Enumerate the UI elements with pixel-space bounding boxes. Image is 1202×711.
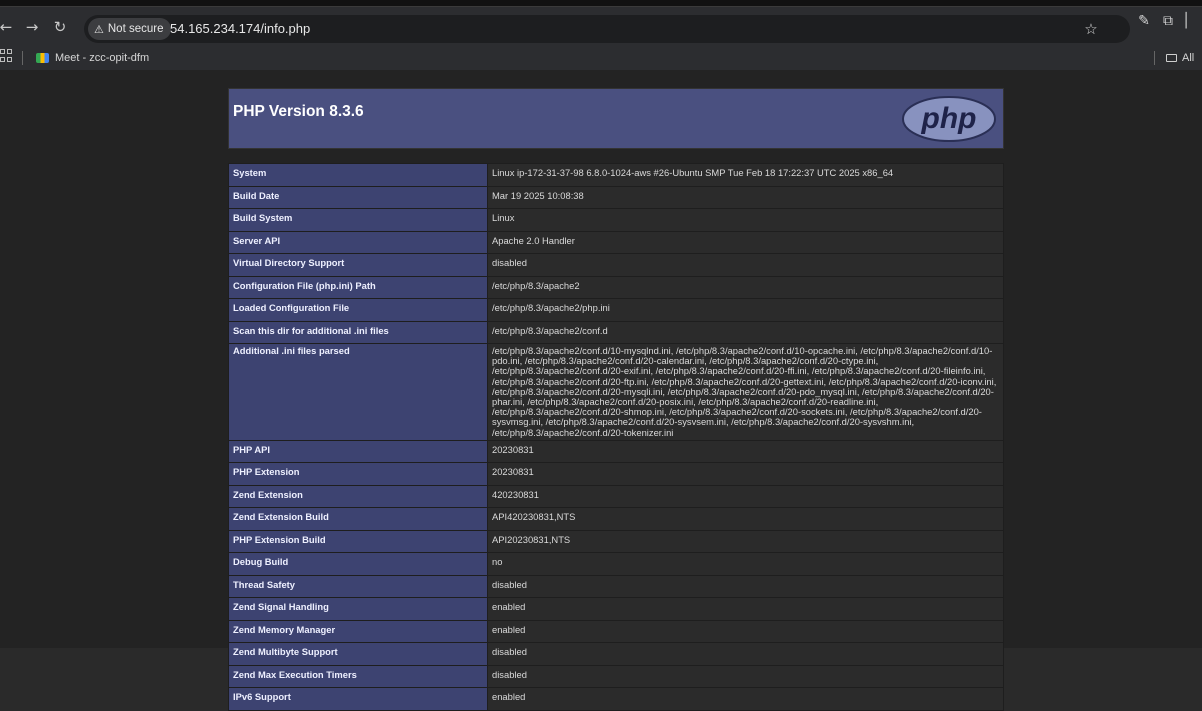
forward-arrow-icon[interactable]: → [22, 17, 42, 37]
row-value: disabled [487, 642, 1004, 666]
table-row: Build System Linux [228, 208, 1004, 232]
security-chip[interactable]: ⚠ Not secure [88, 18, 172, 40]
table-row: PHP Extension 20230831 [228, 462, 1004, 486]
row-value: disabled [487, 664, 1004, 689]
row-value: enabled [487, 687, 1004, 711]
table-row: Zend Extension Build API420230831,NTS [228, 507, 1004, 531]
table-row: Configuration File (php.ini) Path/etc/ph… [228, 275, 1004, 299]
back-arrow-icon[interactable]: ← [0, 17, 16, 37]
reload-icon[interactable]: ↻ [50, 17, 70, 37]
row-key: Virtual Directory Support [228, 253, 488, 277]
row-key: Zend Signal Handling [228, 597, 488, 621]
apps-grid-icon[interactable] [0, 49, 12, 63]
all-bookmarks-label: All [1182, 52, 1195, 64]
table-row: System Linux ip-172-31-37-98 6.8.0-1024-a… [228, 163, 1004, 187]
bookmarks-divider-right [1154, 51, 1155, 65]
address-bar[interactable]: ⚠ Not secure 54.165.234.174/info.php ☆ [84, 15, 1130, 43]
row-value: Linux ip-172-31-37-98 6.8.0-1024-aws #26… [487, 163, 1004, 187]
table-row: Zend Signal Handling enabled [228, 597, 1004, 621]
table-row: Zend Extension 420230831 [228, 484, 1004, 509]
row-value: /etc/php/8.3/apache2/php.ini [487, 298, 1004, 322]
row-value: enabled [487, 597, 1004, 621]
row-key: Zend Multibyte Support [228, 642, 488, 666]
table-row: PHP API 20230831 [228, 439, 1004, 464]
row-value: API20230831,NTS [487, 529, 1004, 554]
puzzle-icon[interactable]: ⧉ [1158, 11, 1178, 31]
url-text[interactable]: 54.165.234.174/info.php [170, 21, 310, 36]
toolbar-divider: │ [1182, 13, 1191, 29]
row-key: Loaded Configuration File [228, 298, 488, 322]
browser-toolbar: ← → ↻ ⚠ Not secure 54.165.234.174/info.p… [0, 6, 1202, 47]
row-key: Zend Extension [228, 484, 488, 509]
row-key: PHP Extension [228, 462, 488, 486]
row-value: no [487, 552, 1004, 576]
row-value: /etc/php/8.3/apache2 [487, 275, 1004, 299]
table-row: PHP Extension Build API20230831,NTS [228, 529, 1004, 554]
php-logo-icon[interactable]: php [901, 95, 997, 143]
table-row: Zend Multibyte Support disabled [228, 642, 1004, 666]
folder-icon [1166, 54, 1177, 62]
table-row: Zend Max Execution Timers disabled [228, 664, 1004, 689]
table-row: Debug Build no [228, 552, 1004, 576]
bookmark-meet[interactable]: Meet - zcc-opit-dfm [36, 50, 149, 66]
bookmark-meet-label: Meet - zcc-opit-dfm [55, 52, 150, 64]
row-key: IPv6 Support [228, 687, 488, 711]
row-value: enabled [487, 619, 1004, 644]
row-value: Mar 19 2025 10:08:38 [487, 185, 1004, 209]
table-row: Scan this dir for additional .ini files /… [228, 320, 1004, 344]
row-key: System [228, 163, 488, 187]
row-value: 420230831 [487, 484, 1004, 509]
table-row: Loaded Configuration File/etc/php/8.3/ap… [228, 298, 1004, 322]
bookmarks-divider [22, 51, 23, 65]
row-key: Configuration File (php.ini) Path [228, 275, 488, 299]
meet-icon [36, 53, 49, 63]
row-key: Thread Safety [228, 574, 488, 599]
security-label: Not secure [107, 23, 164, 35]
row-key: Additional .ini files parsed [228, 343, 488, 441]
warning-icon: ⚠ [94, 22, 104, 36]
row-value: disabled [487, 253, 1004, 277]
row-value: Linux [487, 208, 1004, 232]
row-key: Zend Memory Manager [228, 619, 488, 644]
table-row: Thread Safety disabled [228, 574, 1004, 599]
php-info-table: System Linux ip-172-31-37-98 6.8.0-1024-a… [228, 163, 1004, 711]
row-key: PHP API [228, 439, 488, 464]
row-key: Zend Extension Build [228, 507, 488, 531]
row-value: 20230831 [487, 462, 1004, 486]
star-icon[interactable]: ☆ [1080, 18, 1102, 40]
table-row: Build Date Mar 19 2025 10:08:38 [228, 185, 1004, 209]
row-value: API420230831,NTS [487, 507, 1004, 531]
php-info-header: PHP Version 8.3.6 php [228, 88, 1004, 149]
table-row: IPv6 Support enabled [228, 687, 1004, 711]
page-title: PHP Version 8.3.6 [233, 103, 364, 120]
row-value: /etc/php/8.3/apache2/conf.d [487, 320, 1004, 344]
page-content: PHP Version 8.3.6 php System Linux ip-172… [0, 71, 1202, 711]
php-logo-text: php [921, 102, 977, 135]
extension-icon[interactable]: ✎ [1134, 11, 1154, 31]
row-value: /etc/php/8.3/apache2/conf.d/10-mysqlnd.i… [487, 343, 1004, 441]
row-key: Debug Build [228, 552, 488, 576]
row-key: Scan this dir for additional .ini files [228, 320, 488, 344]
bookmarks-bar: Meet - zcc-opit-dfm All [0, 46, 1202, 71]
table-row: Virtual Directory Support disabled [228, 253, 1004, 277]
row-value: 20230831 [487, 439, 1004, 464]
row-key: Server API [228, 230, 488, 254]
row-key: Build Date [228, 185, 488, 209]
all-bookmarks-folder[interactable]: All [1166, 50, 1194, 66]
table-row: Additional .ini files parsed/etc/php/8.3… [228, 343, 1004, 441]
row-key: Zend Max Execution Timers [228, 664, 488, 689]
table-row: Zend Memory Manager enabled [228, 619, 1004, 644]
row-value: Apache 2.0 Handler [487, 230, 1004, 254]
row-key: Build System [228, 208, 488, 232]
table-row: Server API Apache 2.0 Handler [228, 230, 1004, 254]
row-value: disabled [487, 574, 1004, 599]
row-key: PHP Extension Build [228, 529, 488, 554]
